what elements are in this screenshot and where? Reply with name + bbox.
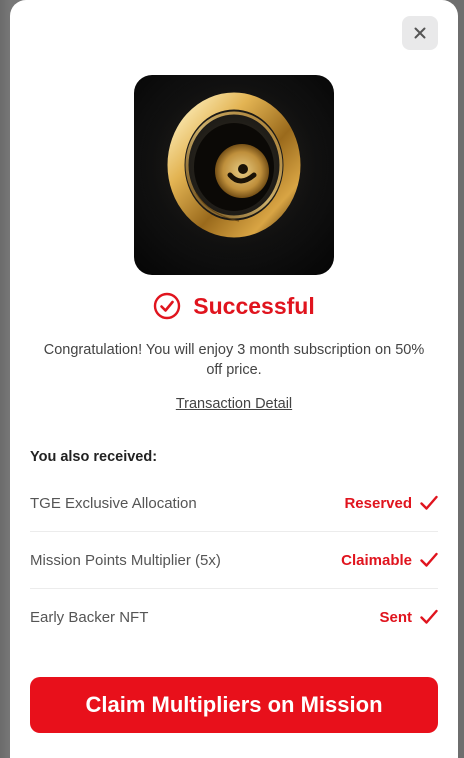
status-text: Claimable [341, 551, 412, 569]
transaction-detail-link[interactable]: Transaction Detail [10, 396, 458, 412]
close-button[interactable] [402, 16, 438, 50]
success-modal: Successful Congratulation! You will enjo… [10, 0, 458, 758]
status-title: Successful [193, 292, 315, 319]
list-item-status: Sent [379, 609, 438, 626]
checkmark-icon [420, 552, 438, 567]
list-item: Early Backer NFT Sent [30, 589, 438, 645]
list-item-label: Mission Points Multiplier (5x) [30, 551, 221, 569]
close-icon [414, 27, 426, 39]
claim-multipliers-button[interactable]: Claim Multipliers on Mission [30, 677, 438, 733]
checkmark-icon [420, 495, 438, 510]
status-text: Reserved [344, 494, 412, 512]
list-item: TGE Exclusive Allocation Reserved [30, 475, 438, 532]
gold-ring-image [134, 75, 334, 275]
received-list: TGE Exclusive Allocation Reserved Missio… [30, 475, 438, 645]
list-item-label: Early Backer NFT [30, 608, 149, 626]
success-message: Congratulation! You will enjoy 3 month s… [43, 342, 425, 378]
list-item-label: TGE Exclusive Allocation [30, 494, 197, 512]
list-item: Mission Points Multiplier (5x) Claimable [30, 532, 438, 589]
checkmark-icon [420, 609, 438, 624]
status-row: Successful [10, 292, 458, 320]
received-heading: You also received: [30, 449, 158, 465]
check-circle-icon [154, 292, 181, 320]
list-item-status: Claimable [341, 552, 438, 569]
status-text: Sent [379, 608, 412, 626]
list-item-status: Reserved [344, 495, 438, 512]
